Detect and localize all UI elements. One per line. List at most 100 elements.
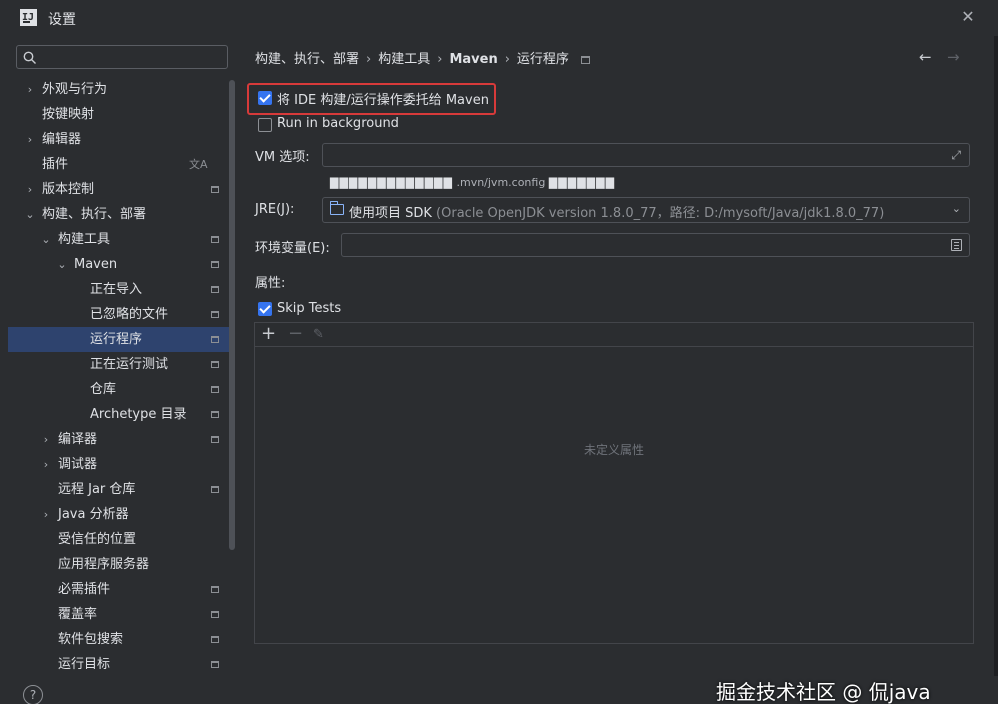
hint-garbled-text: ▇▇▇▇▇▇▇▇▇▇▇▇▇ [330, 176, 453, 189]
jre-select[interactable]: 使用项目 SDK (Oracle OpenJDK version 1.8.0_7… [322, 197, 970, 223]
env-vars-input[interactable] [341, 233, 970, 257]
help-button[interactable]: ? [23, 685, 43, 704]
project-scope-icon [211, 586, 219, 593]
sidebar-item[interactable]: ⌄ 构建工具 [8, 227, 230, 252]
sidebar-item[interactable]: 运行程序 [8, 327, 230, 352]
sidebar-item-label: 已忽略的文件 [90, 307, 169, 322]
sidebar-item[interactable]: 插件 文A [8, 152, 230, 177]
breadcrumb-current: 运行程序 [516, 52, 569, 67]
sidebar-item[interactable]: 运行目标 [8, 652, 230, 677]
project-scope-icon [211, 436, 219, 443]
sidebar-item-label: 编辑器 [42, 132, 82, 147]
env-vars-label: 环境变量(E): [255, 241, 330, 256]
sidebar-item-label: 受信任的位置 [58, 532, 137, 547]
sidebar-item[interactable]: Archetype 目录 [8, 402, 230, 427]
sidebar-item[interactable]: 必需插件 [8, 577, 230, 602]
sidebar-item[interactable]: 仓库 [8, 377, 230, 402]
sidebar-item[interactable]: 正在导入 [8, 277, 230, 302]
jre-selected-value: 使用项目 SDK (Oracle OpenJDK version 1.8.0_7… [349, 202, 884, 221]
sidebar-item-label: 正在导入 [90, 282, 143, 297]
project-scope-icon [211, 611, 219, 618]
project-scope-icon [211, 661, 219, 668]
search-icon [23, 51, 36, 64]
sidebar-item-label: 按键映射 [42, 107, 95, 122]
sidebar-scrollbar[interactable] [229, 80, 235, 550]
add-property-button[interactable]: + [261, 323, 276, 345]
sidebar-item-label: 构建工具 [58, 232, 111, 247]
sidebar-item[interactable]: 受信任的位置 [8, 527, 230, 552]
skip-tests-label[interactable]: Skip Tests [277, 301, 341, 316]
sidebar-item-label: 软件包搜索 [58, 632, 124, 647]
breadcrumb-item[interactable]: 构建、执行、部署 [255, 48, 359, 67]
watermark: 掘金技术社区 @ 侃java [716, 680, 931, 704]
run-in-background-label[interactable]: Run in background [277, 116, 399, 131]
breadcrumb-item[interactable]: Maven [449, 52, 497, 67]
project-scope-icon [211, 386, 219, 393]
sidebar-item-label: 版本控制 [42, 182, 95, 197]
properties-toolbar: + − ✎ [255, 323, 973, 347]
project-scope-icon [211, 236, 219, 243]
list-icon[interactable] [951, 239, 962, 251]
project-scope-icon [211, 411, 219, 418]
sidebar-item[interactable]: › Java 分析器 [8, 502, 230, 527]
sidebar-item[interactable]: 按键映射 [8, 102, 230, 127]
chevron-right-icon[interactable]: › [24, 177, 36, 202]
chevron-right-icon[interactable]: › [24, 77, 36, 102]
chevron-right-icon[interactable]: › [24, 127, 36, 152]
vm-options-label: VM 选项: [255, 150, 310, 165]
chevron-down-icon[interactable]: ⌄ [24, 202, 36, 227]
settings-sidebar: › 外观与行为按键映射 › 编辑器插件 文A › 版本控制 ⌄ 构建、执行、部署 ⌄ 构建工具 ⌄ Ma… [0, 36, 238, 676]
sidebar-item[interactable]: › 调试器 [8, 452, 230, 477]
sidebar-item-label: 覆盖率 [58, 607, 98, 622]
title-bar: IJ 设置 ✕ [0, 0, 998, 36]
sidebar-item-label: 运行目标 [58, 657, 111, 672]
vm-options-input[interactable]: ⤢ [322, 143, 970, 167]
close-button[interactable]: ✕ [957, 6, 979, 28]
project-scope-icon [211, 336, 219, 343]
project-scope-icon [211, 286, 219, 293]
expand-icon[interactable]: ⤢ [951, 148, 961, 163]
sidebar-item[interactable]: 远程 Jar 仓库 [8, 477, 230, 502]
chevron-right-icon[interactable]: › [40, 427, 52, 452]
sidebar-item[interactable]: 已忽略的文件 [8, 302, 230, 327]
translate-icon: 文A [189, 158, 208, 171]
breadcrumb: 构建、执行、部署 › 构建工具 › Maven › 运行程序 [255, 48, 590, 67]
chevron-down-icon[interactable]: ⌄ [952, 202, 961, 215]
sidebar-item[interactable]: › 外观与行为 [8, 77, 230, 102]
sidebar-item[interactable]: 覆盖率 [8, 602, 230, 627]
breadcrumb-separator: › [437, 52, 443, 67]
breadcrumb-item[interactable]: 构建工具 [378, 48, 430, 67]
sidebar-item-label: 构建、执行、部署 [42, 207, 147, 222]
chevron-right-icon[interactable]: › [40, 452, 52, 477]
chevron-down-icon[interactable]: ⌄ [56, 252, 68, 277]
chevron-right-icon[interactable]: › [40, 502, 52, 527]
skip-tests-checkbox[interactable] [258, 302, 272, 316]
sidebar-item[interactable]: 正在运行测试 [8, 352, 230, 377]
settings-tree: › 外观与行为按键映射 › 编辑器插件 文A › 版本控制 ⌄ 构建、执行、部署 ⌄ 构建工具 ⌄ Ma… [8, 77, 230, 677]
chevron-down-icon[interactable]: ⌄ [40, 227, 52, 252]
run-in-background-checkbox[interactable] [258, 118, 272, 132]
project-scope-icon [211, 261, 219, 268]
back-arrow-icon[interactable]: ← [919, 48, 932, 66]
forward-arrow-icon[interactable]: → [947, 48, 960, 66]
project-scope-icon [211, 486, 219, 493]
sidebar-item[interactable]: › 编译器 [8, 427, 230, 452]
jre-label: JRE(J): [255, 202, 295, 217]
jre-value: 使用项目 SDK [349, 206, 432, 221]
sidebar-item[interactable]: ⌄ 构建、执行、部署 [8, 202, 230, 227]
settings-search-input[interactable] [16, 45, 228, 69]
delegate-to-maven-checkbox[interactable] [258, 91, 272, 105]
sidebar-item[interactable]: 应用程序服务器 [8, 552, 230, 577]
sidebar-item-label: 编译器 [58, 432, 98, 447]
sidebar-item[interactable]: › 版本控制 [8, 177, 230, 202]
project-scope-icon [211, 636, 219, 643]
delegate-to-maven-label[interactable]: 将 IDE 构建/运行操作委托给 Maven [277, 89, 489, 108]
sidebar-item-label: 插件 [42, 157, 69, 172]
empty-properties-text: 未定义属性 [583, 443, 644, 457]
edit-property-button[interactable]: ✎ [313, 325, 324, 345]
sidebar-item-label: 外观与行为 [42, 82, 108, 97]
sidebar-item[interactable]: › 编辑器 [8, 127, 230, 152]
sidebar-item[interactable]: ⌄ Maven [8, 252, 230, 277]
remove-property-button[interactable]: − [288, 323, 303, 345]
sidebar-item[interactable]: 软件包搜索 [8, 627, 230, 652]
